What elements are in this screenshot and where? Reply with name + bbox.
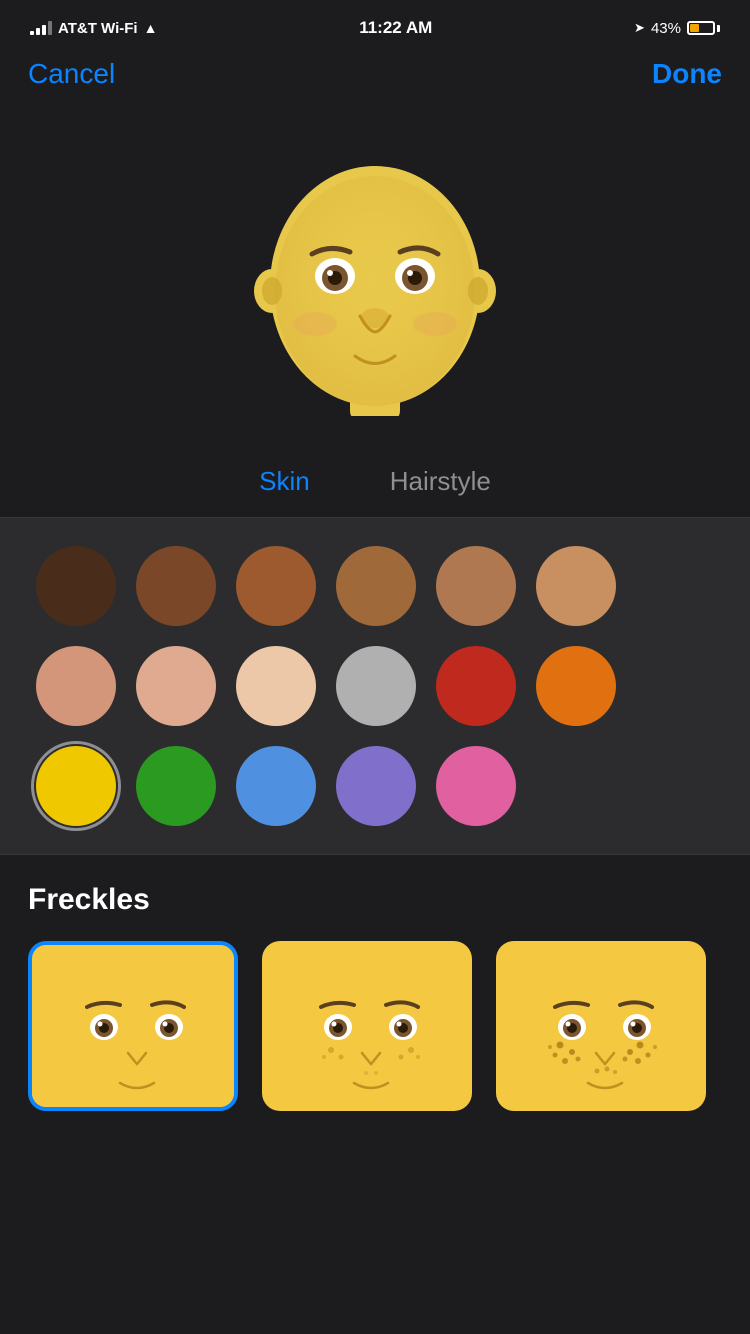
color-swatch[interactable]: [436, 546, 516, 626]
color-swatch[interactable]: [136, 646, 216, 726]
color-swatch[interactable]: [536, 546, 616, 626]
freckle-option-none[interactable]: [28, 941, 238, 1111]
color-swatch[interactable]: [336, 646, 416, 726]
color-swatch[interactable]: [336, 546, 416, 626]
color-row-2: [36, 646, 714, 726]
color-swatch[interactable]: [236, 546, 316, 626]
signal-bars-icon: [30, 21, 52, 35]
nav-bar: Cancel Done: [0, 50, 750, 106]
color-swatch[interactable]: [36, 546, 116, 626]
tab-skin[interactable]: Skin: [259, 466, 310, 497]
color-swatch-selected[interactable]: [36, 746, 116, 826]
status-right: ➤ 43%: [634, 20, 720, 37]
color-row-1: [36, 546, 714, 626]
done-button[interactable]: Done: [652, 58, 722, 90]
color-swatch[interactable]: [236, 646, 316, 726]
tab-hairstyle[interactable]: Hairstyle: [390, 466, 491, 497]
wifi-icon: ▲: [144, 20, 158, 36]
color-swatch[interactable]: [536, 646, 616, 726]
color-row-3: [36, 746, 714, 826]
freckles-title: Freckles: [28, 883, 722, 917]
color-swatch[interactable]: [336, 746, 416, 826]
freckles-options-row: [28, 941, 722, 1111]
color-swatch[interactable]: [436, 746, 516, 826]
status-left: AT&T Wi-Fi ▲: [30, 20, 157, 37]
color-swatch[interactable]: [136, 746, 216, 826]
color-grid-section: [0, 518, 750, 854]
carrier-label: AT&T Wi-Fi: [58, 20, 138, 37]
color-swatch[interactable]: [436, 646, 516, 726]
status-time: 11:22 AM: [359, 18, 432, 38]
color-swatch[interactable]: [36, 646, 116, 726]
color-swatch[interactable]: [236, 746, 316, 826]
freckle-option-light[interactable]: [262, 941, 472, 1111]
avatar-area: [0, 106, 750, 456]
tab-bar: Skin Hairstyle: [0, 456, 750, 517]
battery-percent: 43%: [651, 20, 681, 37]
freckle-option-heavy[interactable]: [496, 941, 706, 1111]
location-icon: ➤: [634, 20, 645, 36]
freckles-section: Freckles: [0, 855, 750, 1111]
cancel-button[interactable]: Cancel: [28, 58, 115, 90]
battery-icon: [687, 21, 720, 35]
color-swatch[interactable]: [136, 546, 216, 626]
status-bar: AT&T Wi-Fi ▲ 11:22 AM ➤ 43%: [0, 0, 750, 50]
memoji-preview: [250, 146, 500, 416]
